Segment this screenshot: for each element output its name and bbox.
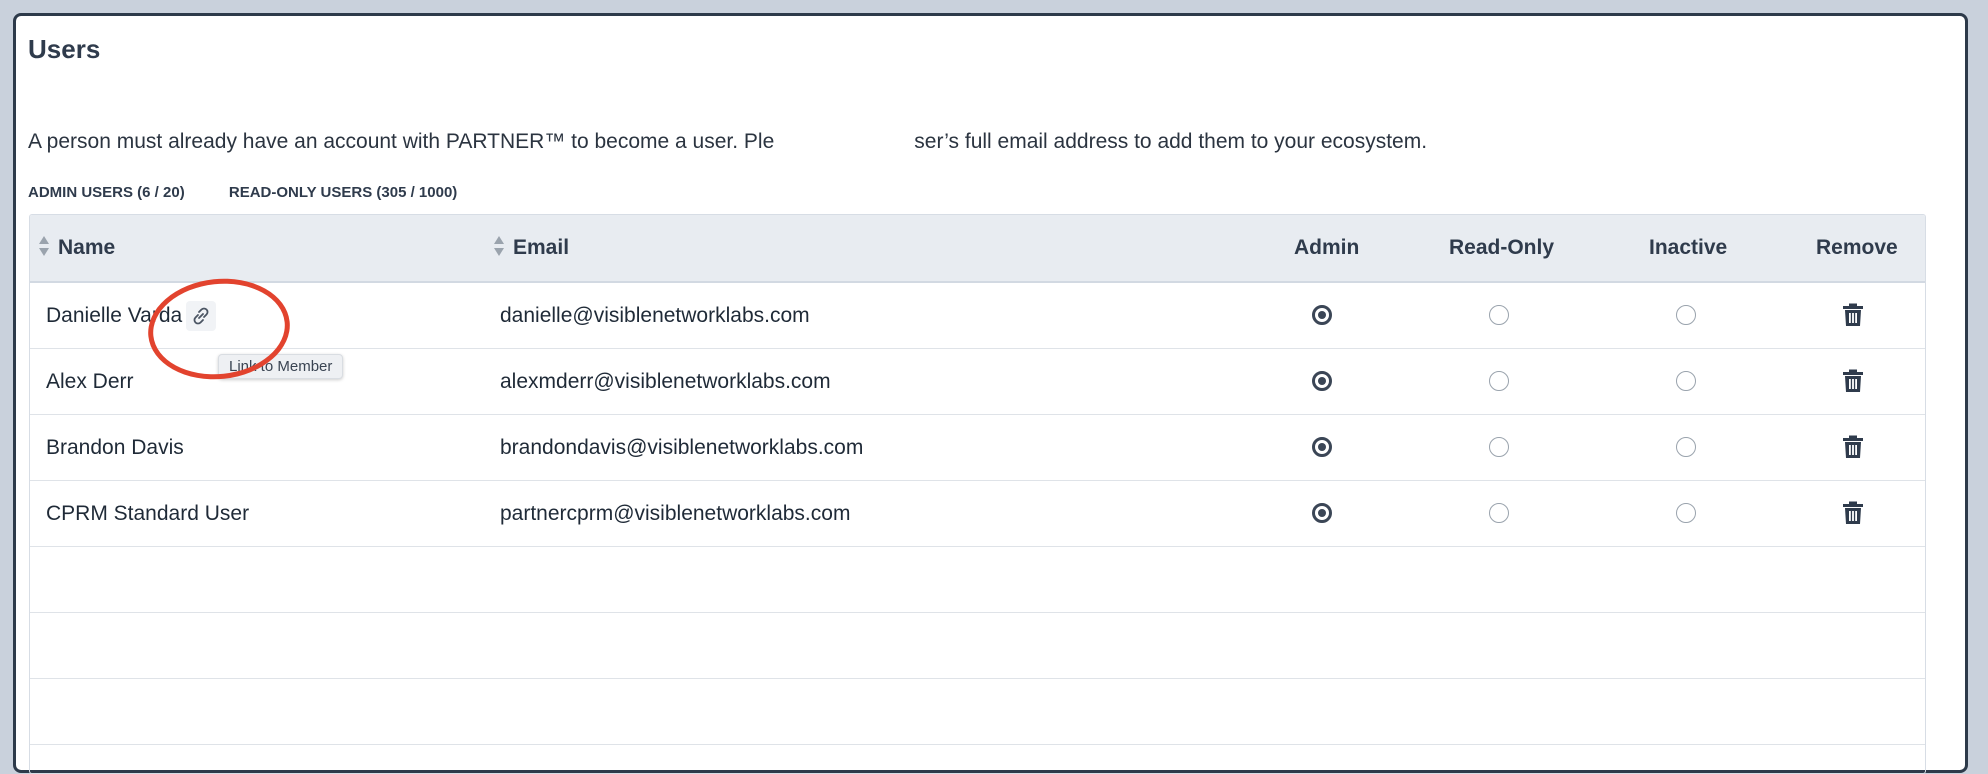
column-header-email-label: Email [513,236,570,259]
column-header-remove: Remove [1816,236,1898,259]
user-name: Brandon Davis [46,436,184,459]
admin-users-count: ADMIN USERS (6 / 20) [28,184,185,201]
column-header-name[interactable]: Name [38,215,115,281]
trash-icon[interactable] [1842,303,1864,327]
column-header-admin: Admin [1294,236,1360,259]
sort-icon[interactable] [38,235,50,257]
user-name: Danielle Varda [46,304,183,327]
table-row: Danielle Varda danielle@visiblenetworkla… [30,283,1925,349]
user-email: brandondavis@visiblenetworklabs.com [500,436,864,459]
users-description: A person must already have an account wi… [28,130,1427,154]
admin-radio[interactable] [1312,437,1332,457]
user-name: CPRM Standard User [46,502,250,525]
column-header-name-label: Name [58,236,116,259]
link-to-member-button[interactable] [186,301,216,331]
table-row-empty [30,613,1925,679]
admin-radio[interactable] [1312,305,1332,325]
users-table: Name Email Admin Read-Only Inactive Remo… [29,214,1926,774]
table-row: Brandon Davis brandondavis@visiblenetwor… [30,415,1925,481]
table-row-empty [30,547,1925,613]
link-icon [193,307,209,325]
readonly-radio[interactable] [1489,371,1509,391]
user-name: Alex Derr [46,370,134,393]
inactive-radio[interactable] [1676,437,1696,457]
trash-icon[interactable] [1842,435,1864,459]
table-row: CPRM Standard User partnercprm@visiblene… [30,481,1925,547]
readonly-radio[interactable] [1489,503,1509,523]
user-email: alexmderr@visiblenetworklabs.com [500,370,831,393]
sort-icon[interactable] [493,235,505,257]
readonly-radio[interactable] [1489,437,1509,457]
table-row-empty [30,679,1925,745]
user-counts: ADMIN USERS (6 / 20) READ-ONLY USERS (30… [28,184,497,201]
column-header-email[interactable]: Email [493,215,569,281]
admin-radio[interactable] [1312,371,1332,391]
description-part-1: A person must already have an account wi… [28,130,775,153]
user-email: partnercprm@visiblenetworklabs.com [500,502,851,525]
column-header-readonly: Read-Only [1449,236,1555,259]
readonly-radio[interactable] [1489,305,1509,325]
admin-radio[interactable] [1312,503,1332,523]
trash-icon[interactable] [1842,501,1864,525]
trash-icon[interactable] [1842,369,1864,393]
page-title: Users [28,34,101,64]
readonly-users-count: READ-ONLY USERS (305 / 1000) [228,184,458,201]
inactive-radio[interactable] [1676,371,1696,391]
table-header: Name Email Admin Read-Only Inactive Remo… [30,215,1925,283]
description-part-2: ser’s full email address to add them to … [914,130,1428,153]
inactive-radio[interactable] [1676,503,1696,523]
user-email: danielle@visiblenetworklabs.com [500,304,810,327]
column-header-inactive: Inactive [1649,236,1728,259]
inactive-radio[interactable] [1676,305,1696,325]
link-to-member-tooltip: Link to Member [218,354,344,379]
